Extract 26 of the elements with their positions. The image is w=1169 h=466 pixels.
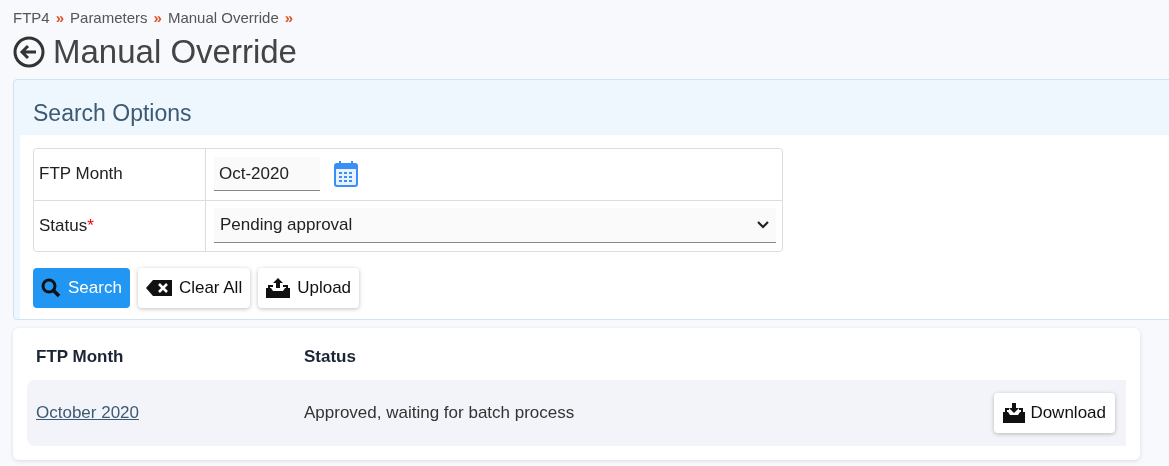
breadcrumb-separator: »: [55, 8, 65, 28]
column-header: FTP Month: [35, 345, 125, 368]
panel-title: Search Options: [32, 98, 193, 128]
search-icon: [41, 277, 61, 298]
month-link[interactable]: October 2020: [36, 402, 139, 422]
month-field[interactable]: Oct-2020: [214, 157, 320, 191]
breadcrumb-separator: »: [153, 8, 162, 28]
status-select[interactable]: Pending approval: [214, 208, 776, 243]
backspace-icon: [145, 279, 172, 296]
chevron-down-icon: [756, 220, 770, 230]
calendar-icon[interactable]: [334, 161, 358, 187]
breadcrumb-link[interactable]: FTP4: [13, 7, 50, 30]
breadcrumb-separator: »: [284, 8, 294, 28]
upload-button[interactable]: Upload: [258, 267, 360, 308]
column-header: Status: [304, 345, 356, 368]
field-label: Status*: [39, 214, 94, 237]
breadcrumb-link[interactable]: Manual Override: [167, 7, 279, 30]
tray-upload-icon: [266, 277, 291, 298]
download-button[interactable]: Download: [994, 392, 1115, 433]
breadcrumb-link[interactable]: Parameters: [70, 7, 148, 30]
back-icon[interactable]: [13, 35, 45, 68]
table-cell-text: Approved, waiting for batch process: [304, 401, 576, 424]
field-label: FTP Month: [39, 163, 123, 186]
tray-download-icon: [1003, 402, 1026, 423]
page-title: Manual Override: [53, 31, 297, 72]
clear-button[interactable]: Clear All: [137, 267, 251, 308]
